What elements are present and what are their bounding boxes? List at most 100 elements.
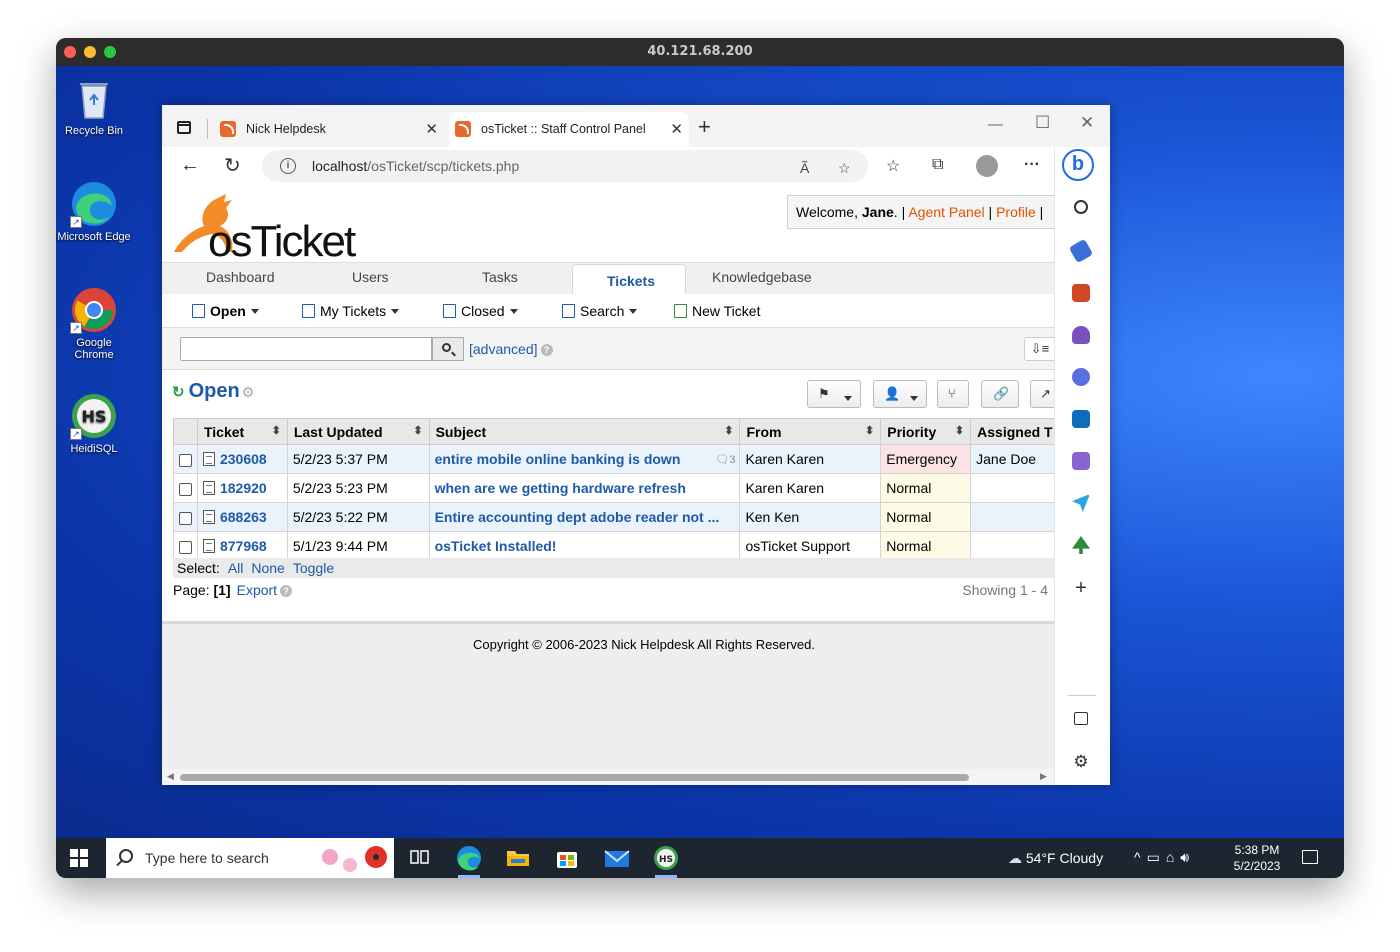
settings-gear-icon[interactable]: ⚙ xyxy=(1072,753,1090,772)
meet-now-icon[interactable]: ⌂ xyxy=(1166,849,1180,865)
system-tray[interactable]: ^▭⌂🔊︎ xyxy=(1134,849,1195,866)
ticket-subject-link[interactable]: entire mobile online banking is down xyxy=(435,451,681,467)
export-link[interactable]: Export? xyxy=(237,582,293,598)
assign-dropdown-button[interactable]: 👤 xyxy=(873,380,927,408)
minimize-icon[interactable]: — xyxy=(988,116,1003,133)
desktop-icon-chrome[interactable]: ↗ Google Chrome xyxy=(56,286,132,361)
taskbar-clock[interactable]: 5:38 PM 5/2/2023 xyxy=(1224,842,1290,874)
windows-start-icon[interactable] xyxy=(70,849,88,867)
taskbar-search-box[interactable]: Type here to search xyxy=(106,838,394,878)
more-menu-icon[interactable]: ··· xyxy=(1024,156,1040,174)
column-header-last-updated[interactable]: Last Updated ⬍ xyxy=(286,418,430,445)
outlook-icon[interactable] xyxy=(1072,410,1090,428)
scroll-right-icon[interactable]: ▶ xyxy=(1040,771,1047,782)
ticket-subject-cell[interactable]: entire mobile online banking is down 🗨3 xyxy=(428,444,741,474)
refresh-icon[interactable]: ↻ xyxy=(172,384,185,401)
column-header-assigned[interactable]: Assigned T xyxy=(970,418,1054,445)
subnav-closed[interactable]: Closed xyxy=(439,301,518,319)
search-icon[interactable] xyxy=(1074,200,1088,214)
desktop-icon-heidisql[interactable]: HS ↗ HeidiSQL xyxy=(56,392,132,455)
table-row[interactable]: 230608 5/2/23 5:37 PM entire mobile onli… xyxy=(173,444,1054,474)
subnav-new-ticket[interactable]: New Ticket xyxy=(670,301,760,319)
sort-order-button[interactable]: ⇩≡ xyxy=(1024,337,1054,361)
tab-actions-icon[interactable] xyxy=(177,121,191,134)
advanced-search-link[interactable]: [advanced]? xyxy=(469,341,553,357)
ticket-number-link[interactable]: 230608 xyxy=(220,451,267,467)
scrollbar-thumb[interactable] xyxy=(180,774,969,781)
table-row[interactable]: 182920 5/2/23 5:23 PM when are we gettin… xyxy=(173,473,1054,503)
desktop-icon-recycle-bin[interactable]: Recycle Bin xyxy=(56,74,132,137)
weather-widget[interactable]: ☁ 54°F Cloudy xyxy=(1008,850,1103,867)
tab-nick-helpdesk[interactable]: Nick Helpdesk ✕ xyxy=(214,112,444,147)
add-sidebar-app-icon[interactable]: + xyxy=(1072,578,1090,598)
subnav-search[interactable]: Search xyxy=(558,301,638,319)
designer-icon[interactable] xyxy=(1072,452,1090,470)
reload-icon[interactable]: ↻ xyxy=(224,153,241,178)
desktop-icon-edge[interactable]: ↗ Microsoft Edge xyxy=(56,180,132,243)
merge-button[interactable]: ⑂ xyxy=(937,380,969,408)
link-button[interactable]: 🔗 xyxy=(981,380,1019,408)
favorites-icon[interactable]: ☆ xyxy=(886,156,900,176)
profile-avatar[interactable] xyxy=(976,155,998,177)
current-page[interactable]: [1] xyxy=(213,582,230,598)
address-bar[interactable]: i localhost/osTicket/scp/tickets.php A᷉ … xyxy=(262,150,868,182)
queue-settings-gear-icon[interactable]: ⚙ xyxy=(242,384,255,400)
select-toggle-link[interactable]: Toggle xyxy=(293,560,334,576)
column-header-from[interactable]: From ⬍ xyxy=(739,418,882,445)
row-checkbox[interactable] xyxy=(179,482,192,496)
tab-dashboard[interactable]: Dashboard xyxy=(206,269,275,285)
agent-panel-link[interactable]: Agent Panel xyxy=(908,204,984,220)
add-favorite-icon[interactable]: ☆ xyxy=(838,160,851,177)
ticket-subject-link[interactable]: Entire accounting dept adobe reader not … xyxy=(428,502,741,532)
sidebar-toggle-icon[interactable] xyxy=(1074,712,1088,725)
site-info-icon[interactable]: i xyxy=(280,158,296,174)
close-tab-icon[interactable]: ✕ xyxy=(425,120,438,138)
collections-icon[interactable]: ⧉ xyxy=(932,156,943,174)
table-row[interactable]: 877968 5/1/23 9:44 PM osTicket Installed… xyxy=(173,531,1054,561)
network-icon[interactable]: ▭ xyxy=(1147,849,1166,865)
scroll-left-icon[interactable]: ◀ xyxy=(167,771,174,782)
tab-tickets[interactable]: Tickets xyxy=(572,264,686,296)
read-aloud-icon[interactable]: A᷉ xyxy=(800,160,809,176)
select-none-link[interactable]: None xyxy=(251,560,284,576)
chevron-up-icon[interactable]: ^ xyxy=(1134,849,1147,865)
row-checkbox[interactable] xyxy=(179,511,192,525)
column-header-priority[interactable]: Priority ⬍ xyxy=(880,418,972,445)
tab-users[interactable]: Users xyxy=(352,269,389,285)
new-tab-button[interactable]: + xyxy=(698,114,711,140)
copilot-icon[interactable]: b xyxy=(1062,149,1094,181)
tab-staff-control-panel[interactable]: osTicket :: Staff Control Panel ✕ xyxy=(449,112,689,147)
flag-dropdown-button[interactable]: ⚑ xyxy=(807,380,861,408)
column-header-ticket[interactable]: Ticket ⬍ xyxy=(196,418,288,445)
ticket-subject-link[interactable]: when are we getting hardware refresh xyxy=(428,473,741,503)
ticket-search-input[interactable] xyxy=(180,337,432,361)
close-icon[interactable]: ✕ xyxy=(1080,113,1094,133)
file-explorer-icon[interactable] xyxy=(498,842,538,874)
row-checkbox[interactable] xyxy=(179,453,192,467)
ticket-number-link[interactable]: 688263 xyxy=(220,509,267,525)
osticket-logo[interactable]: osTicket xyxy=(170,190,375,266)
games-icon[interactable] xyxy=(1072,326,1090,344)
volume-icon[interactable]: 🔊︎ xyxy=(1180,849,1195,865)
back-arrow-icon[interactable]: ← xyxy=(180,154,200,177)
select-all-link[interactable]: All xyxy=(228,560,244,576)
taskbar-edge-icon[interactable] xyxy=(449,842,489,878)
horizontal-scrollbar[interactable]: ◀ ▶ xyxy=(162,769,1054,785)
search-button[interactable] xyxy=(432,337,464,361)
subnav-open[interactable]: Open xyxy=(188,301,259,319)
microsoft-365-icon[interactable] xyxy=(1072,368,1090,386)
mail-icon[interactable] xyxy=(597,842,637,874)
ticket-subject-link[interactable]: osTicket Installed! xyxy=(428,531,741,561)
url-text[interactable]: localhost/osTicket/scp/tickets.php xyxy=(312,158,519,174)
tab-tasks[interactable]: Tasks xyxy=(482,269,518,285)
share-button[interactable]: ↗ xyxy=(1030,380,1054,408)
tab-knowledgebase[interactable]: Knowledgebase xyxy=(712,269,812,285)
notification-icon[interactable] xyxy=(1302,850,1318,864)
column-header-subject[interactable]: Subject ⬍ xyxy=(428,418,741,445)
ticket-number-link[interactable]: 182920 xyxy=(220,480,267,496)
maximize-icon[interactable]: ☐ xyxy=(1035,113,1050,133)
microsoft-store-icon[interactable] xyxy=(547,842,587,874)
table-row[interactable]: 688263 5/2/23 5:22 PM Entire accounting … xyxy=(173,502,1054,532)
taskbar-heidisql-icon[interactable]: HS xyxy=(646,842,686,878)
tools-briefcase-icon[interactable] xyxy=(1072,284,1090,302)
